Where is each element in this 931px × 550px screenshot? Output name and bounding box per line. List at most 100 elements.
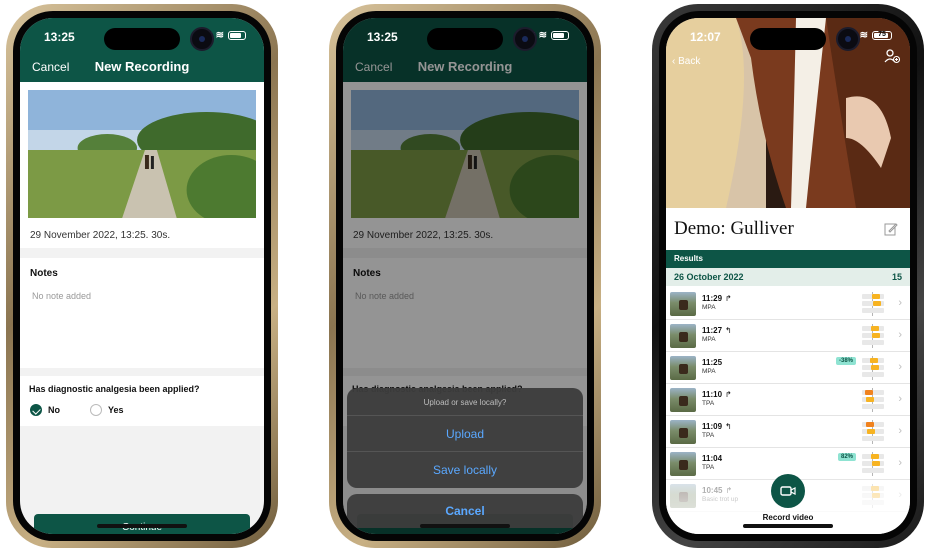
camera-icon <box>836 27 860 51</box>
option-no[interactable]: No <box>30 404 60 416</box>
result-time: 11:29 ↱ <box>702 294 732 303</box>
status-time: 13:25 <box>367 30 398 44</box>
result-type: MPA <box>702 304 716 311</box>
gauge-marker <box>864 390 873 395</box>
result-time: 11:27 ↰ <box>702 326 732 335</box>
dynamic-island <box>104 27 214 51</box>
result-thumbnail <box>670 324 696 348</box>
result-row[interactable]: 11:09 ↰ TPA › <box>666 416 910 448</box>
chevron-right-icon: › <box>898 329 902 341</box>
dynamic-island <box>427 27 537 51</box>
horse-name: Demo: Gulliver <box>674 218 794 239</box>
back-label: Back <box>678 56 701 67</box>
action-sheet-header: Upload or save locally? <box>347 388 583 416</box>
action-sheet: Upload or save locally? Upload Save loca… <box>347 388 583 488</box>
screen: 13:25 ≋ Cancel New Recording 29 November… <box>343 18 587 534</box>
edit-icon[interactable] <box>884 222 898 236</box>
asymmetry-gauge <box>860 324 886 348</box>
recording-date: 29 November 2022, 13:25. 30s. <box>30 230 171 241</box>
asymmetry-gauge <box>860 452 886 476</box>
gauge-marker <box>871 454 880 459</box>
results-header: Results <box>666 250 910 268</box>
sheet-cancel-button[interactable]: Cancel <box>347 494 583 528</box>
battery-icon <box>551 31 569 40</box>
chevron-right-icon: › <box>898 297 902 309</box>
phone-horse-results: 12:07 ≋ 75 ‹ Back Demo: Gulliver Results <box>652 4 924 548</box>
option-no-label: No <box>48 405 60 415</box>
record-video-button[interactable] <box>771 474 805 508</box>
result-thumbnail <box>670 420 696 444</box>
dynamic-island <box>750 27 860 51</box>
phone-bezel: 12:07 ≋ 75 ‹ Back Demo: Gulliver Results <box>659 11 917 541</box>
result-thumbnail <box>670 292 696 316</box>
result-type: TPA <box>702 432 715 439</box>
result-change-badge: -38% <box>835 357 856 365</box>
gauge-track <box>862 372 884 377</box>
result-thumbnail <box>670 452 696 476</box>
back-button[interactable]: ‹ Back <box>672 56 700 67</box>
gauge-marker <box>872 333 881 338</box>
wifi-icon: ≋ <box>538 30 547 41</box>
phone-upload-sheet: 13:25 ≋ Cancel New Recording 29 November… <box>329 4 601 548</box>
home-indicator <box>743 524 833 528</box>
result-time: 11:10 ↱ <box>702 390 732 399</box>
result-thumbnail <box>670 356 696 380</box>
add-user-icon[interactable] <box>884 48 900 64</box>
save-locally-button[interactable]: Save locally <box>347 452 583 488</box>
screen: 13:25 ≋ Cancel New Recording 29 November… <box>20 18 264 534</box>
phone-new-recording: 13:25 ≋ Cancel New Recording 29 November… <box>6 4 278 548</box>
gauge-marker <box>872 294 881 299</box>
analgesia-options: No Yes <box>20 394 264 416</box>
camera-icon <box>513 27 537 51</box>
result-row[interactable]: 11:10 ↱ TPA › <box>666 384 910 416</box>
record-video-label: Record video <box>762 513 814 522</box>
gauge-track <box>862 308 884 313</box>
notes-card[interactable]: Notes No note added <box>20 258 264 368</box>
chevron-right-icon: › <box>898 457 902 469</box>
home-indicator <box>420 524 510 528</box>
gauge-marker <box>866 429 875 434</box>
camera-icon <box>190 27 214 51</box>
asymmetry-gauge <box>860 388 886 412</box>
gauge-track <box>862 340 884 345</box>
result-row[interactable]: 11:29 ↱ MPA › <box>666 288 910 320</box>
direction-arrow-icon: ↰ <box>725 326 732 335</box>
page-title: New Recording <box>94 59 190 74</box>
battery-level: 75 <box>878 31 886 38</box>
result-row[interactable]: 11:25 MPA -38% › <box>666 352 910 384</box>
chevron-right-icon: › <box>898 393 902 405</box>
asymmetry-gauge <box>860 420 886 444</box>
result-change-badge: 82% <box>837 453 856 461</box>
result-type: MPA <box>702 368 716 375</box>
result-type: TPA <box>702 400 715 407</box>
direction-arrow-icon: ↱ <box>725 294 732 303</box>
analgesia-question: Has diagnostic analgesia been applied? <box>29 384 200 394</box>
radio-unchecked-icon <box>90 404 102 416</box>
asymmetry-gauge <box>860 356 886 380</box>
result-time: 11:25 <box>702 358 723 367</box>
gauge-marker <box>871 365 880 370</box>
phone-bezel: 13:25 ≋ Cancel New Recording 29 November… <box>336 11 594 541</box>
asymmetry-gauge <box>860 292 886 316</box>
recording-thumbnail[interactable] <box>28 90 256 218</box>
radio-checked-icon <box>30 404 42 416</box>
status-time: 13:25 <box>44 30 75 44</box>
gauge-track <box>862 404 884 409</box>
gauge-marker <box>871 326 880 331</box>
upload-button[interactable]: Upload <box>347 416 583 452</box>
option-yes[interactable]: Yes <box>90 404 124 416</box>
group-count: 15 <box>891 272 902 282</box>
notes-placeholder: No note added <box>32 291 92 301</box>
phone-bezel: 13:25 ≋ Cancel New Recording 29 November… <box>13 11 271 541</box>
status-time: 12:07 <box>690 30 721 44</box>
result-row[interactable]: 11:27 ↰ MPA › <box>666 320 910 352</box>
result-type: MPA <box>702 336 716 343</box>
option-yes-label: Yes <box>108 405 124 415</box>
video-camera-icon <box>780 486 796 496</box>
result-time: 11:09 ↰ <box>702 422 732 431</box>
group-date: 26 October 2022 <box>674 272 744 282</box>
chevron-right-icon: › <box>898 425 902 437</box>
screen: 12:07 ≋ 75 ‹ Back Demo: Gulliver Results <box>666 18 910 534</box>
result-thumbnail <box>670 388 696 412</box>
recording-card: 29 November 2022, 13:25. 30s. <box>20 82 264 248</box>
